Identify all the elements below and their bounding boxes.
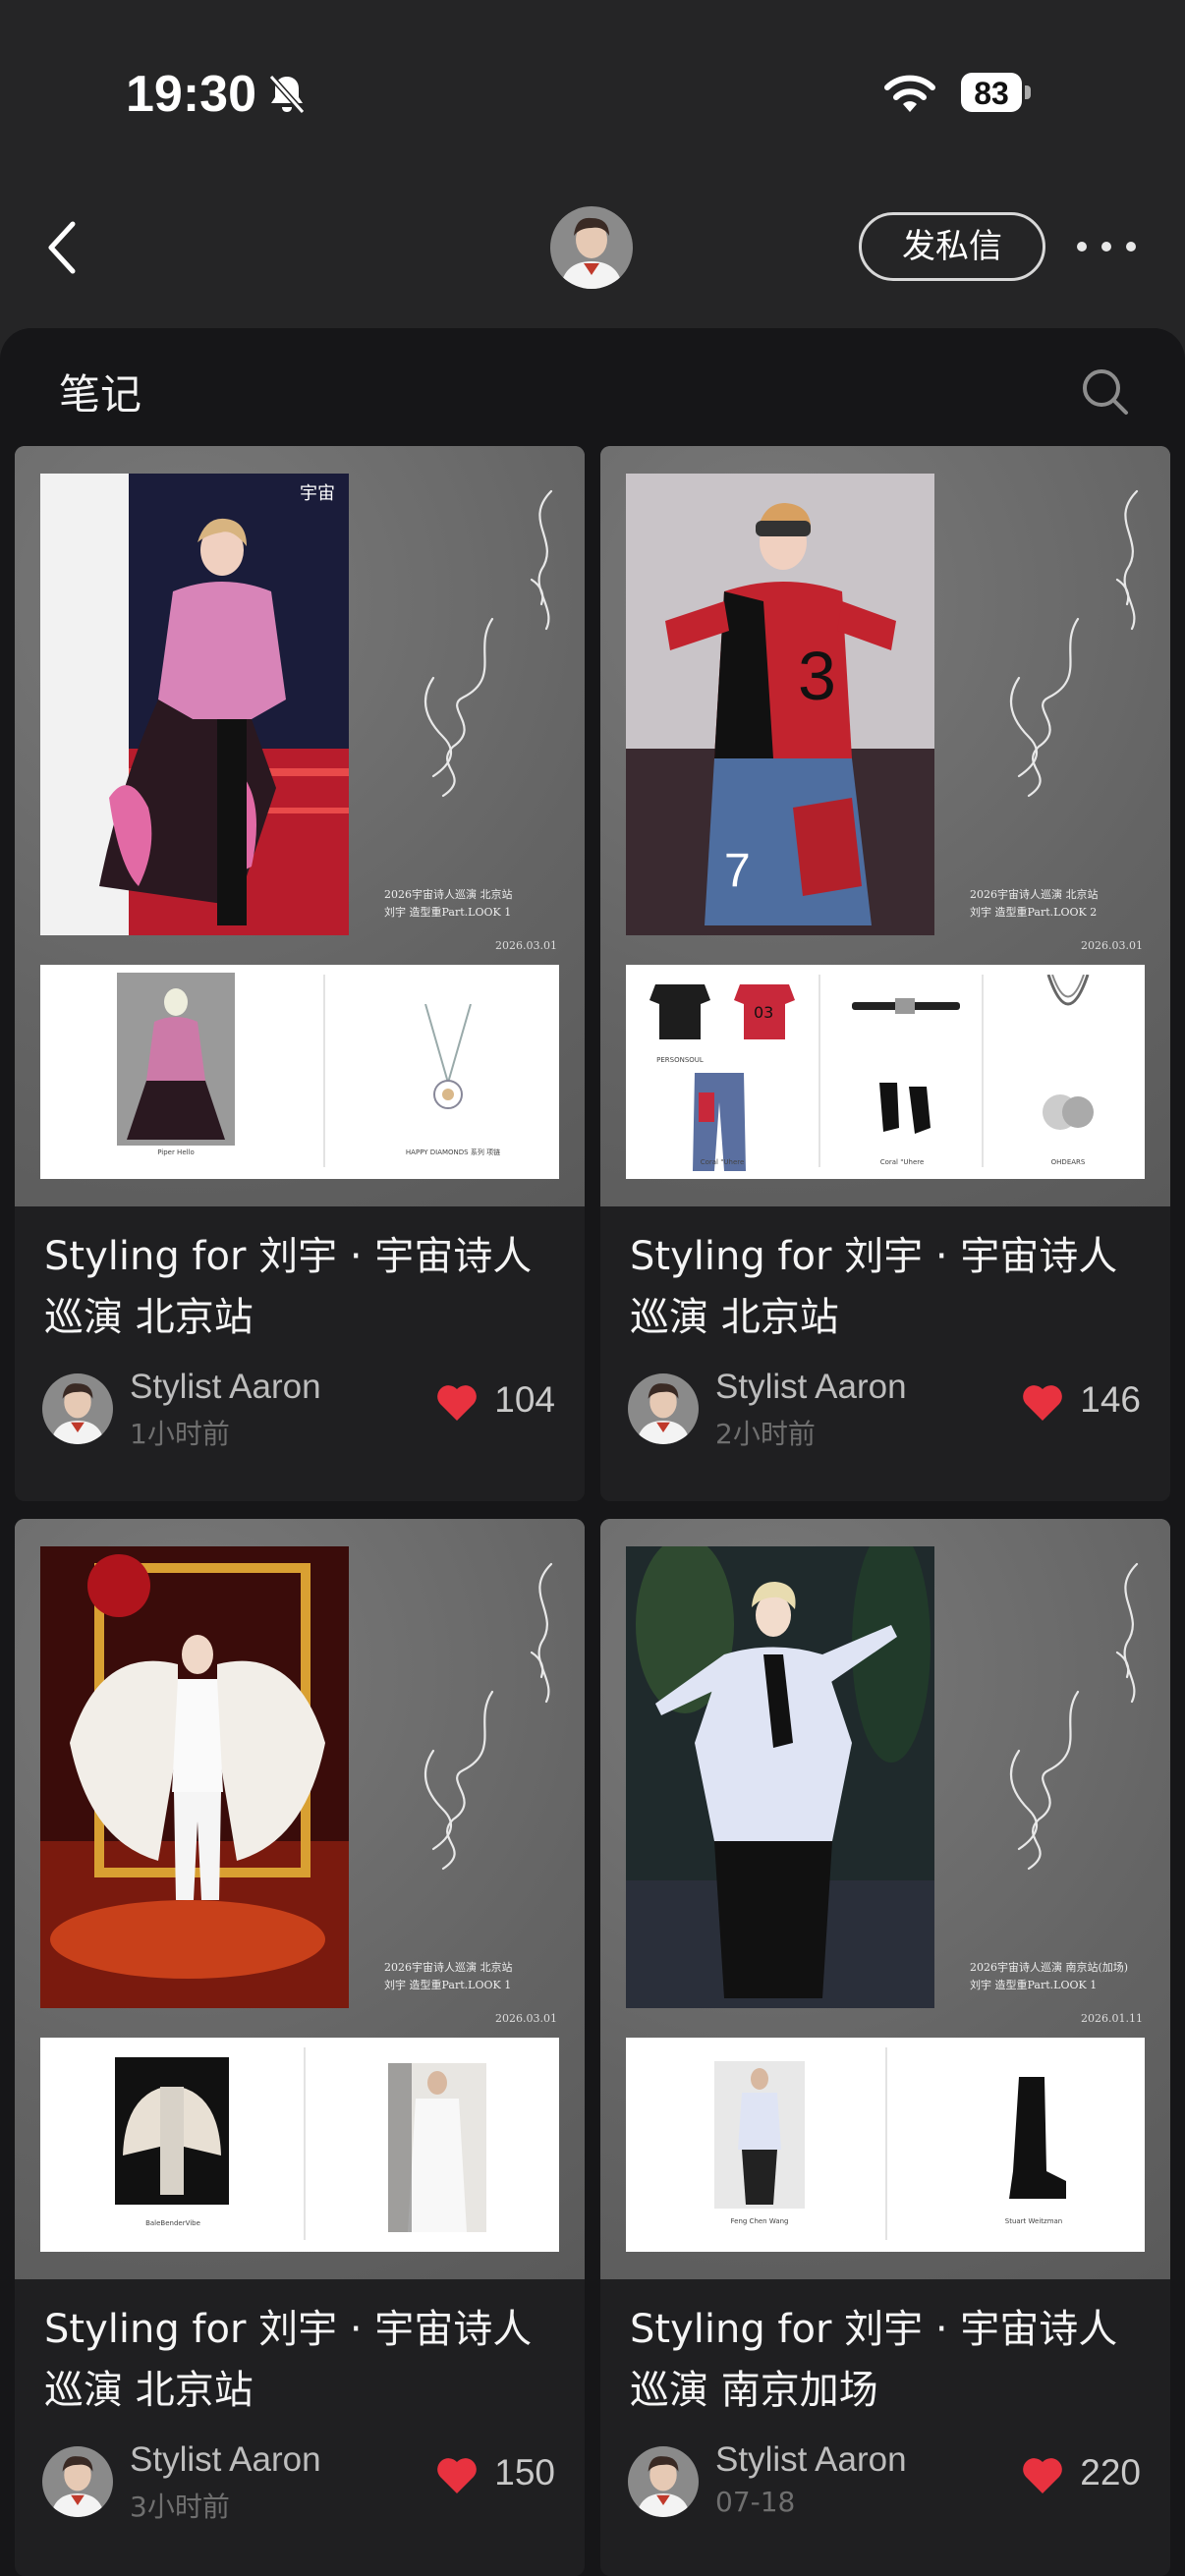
- notes-panel: 笔记 宇宙 2026宇宙诗人巡演 北京站 刘宇 造型重Part.LOOK 1 2…: [0, 328, 1185, 2576]
- cover-date: 2026.03.01: [495, 939, 557, 952]
- svg-text:7: 7: [724, 845, 751, 897]
- cover-caption: 2026宇宙诗人巡演 南京站(加场) 刘宇 造型重Part.LOOK 1: [970, 1961, 1129, 1991]
- cover-items-panel: Feng Chen Wang Stuart Weitzman: [626, 2038, 1145, 2252]
- item-label: Stuart Weitzman: [1004, 2217, 1063, 2225]
- cover-date: 2026.03.01: [495, 2012, 557, 2025]
- like-count: 150: [494, 2452, 555, 2492]
- author-avatar[interactable]: [628, 1373, 699, 1444]
- cover-date: 2026.03.01: [1081, 939, 1143, 952]
- svg-text:宇宙: 宇宙: [300, 483, 335, 504]
- more-options-icon[interactable]: [1077, 228, 1136, 267]
- styling-for-liu-yu-script: [1009, 489, 1139, 798]
- post-time: 1小时前: [130, 1418, 230, 1450]
- cover-caption: 2026宇宙诗人巡演 北京站 刘宇 造型重Part.LOOK 1: [384, 1961, 513, 1991]
- profile-avatar[interactable]: [550, 206, 633, 289]
- item-label: HAPPY DIAMONDS 系列 项链: [405, 1148, 501, 1156]
- like-counter[interactable]: 150: [427, 2452, 555, 2501]
- note-title: Styling for 刘宇 · 宇宙诗人巡演 南京加场: [630, 2307, 1118, 2413]
- item-label: Coral "Uhere: [700, 1158, 745, 1166]
- note-card[interactable]: 2026宇宙诗人巡演 北京站 刘宇 造型重Part.LOOK 1 2026.03.…: [15, 1519, 585, 2576]
- author-avatar[interactable]: [42, 1373, 113, 1444]
- styling-for-liu-yu-script: [423, 489, 553, 798]
- heart-icon: [437, 1385, 477, 1421]
- heart-icon: [437, 2458, 477, 2493]
- item-label: Piper Hello: [157, 1148, 195, 1156]
- bell-muted-icon: [268, 75, 306, 114]
- author-name[interactable]: Stylist Aaron: [130, 2440, 321, 2480]
- note-cover-image: 2026宇宙诗人巡演 北京站 刘宇 造型重Part.LOOK 1 2026.03.…: [15, 1519, 585, 2279]
- heart-icon: [1023, 1385, 1062, 1421]
- item-label: BaleBenderVibe: [145, 2219, 200, 2227]
- note-cover-image: 宇宙 2026宇宙诗人巡演 北京站 刘宇 造型重Part.LOOK 1 2026.…: [15, 446, 585, 1206]
- post-time: 2小时前: [715, 1418, 816, 1450]
- note-card[interactable]: 3 7 2026宇宙诗人巡演 北京站 刘宇 造型重Part.LOOK 2 2026…: [600, 446, 1170, 1501]
- styling-for-liu-yu-script: [423, 1562, 553, 1871]
- author-name[interactable]: Stylist Aaron: [715, 1368, 907, 1407]
- cover-photo: [626, 1546, 934, 2008]
- wifi-icon: [884, 75, 935, 112]
- battery-level: 83: [974, 76, 1009, 111]
- svg-text:03: 03: [754, 1003, 773, 1022]
- item-label: Coral "Uhere: [879, 1158, 925, 1166]
- like-counter[interactable]: 220: [1013, 2452, 1141, 2501]
- note-cover-image: 3 7 2026宇宙诗人巡演 北京站 刘宇 造型重Part.LOOK 2 2026…: [600, 446, 1170, 1206]
- post-time: 07-18: [715, 2486, 796, 2518]
- cover-photo: [40, 1546, 349, 2008]
- cover-photo: 宇宙: [40, 474, 349, 935]
- author-avatar[interactable]: [42, 2446, 113, 2517]
- cover-items-panel: BaleBenderVibe: [40, 2038, 559, 2252]
- heart-icon: [1023, 2458, 1062, 2493]
- like-count: 220: [1080, 2452, 1141, 2492]
- back-chevron-icon[interactable]: [43, 218, 83, 277]
- status-time: 19:30: [126, 66, 256, 123]
- note-title: Styling for 刘宇 · 宇宙诗人巡演 北京站: [44, 1234, 533, 1340]
- item-label: Feng Chen Wang: [730, 2217, 789, 2225]
- send-message-button[interactable]: 发私信: [859, 212, 1045, 281]
- cover-date: 2026.01.11: [1081, 2012, 1143, 2025]
- like-count: 104: [494, 1379, 555, 1420]
- cover-items-panel: 03 PERSONSOUL Coral "Uhere Coral "Uhere …: [626, 965, 1145, 1179]
- note-title: Styling for 刘宇 · 宇宙诗人巡演 北京站: [630, 1234, 1118, 1340]
- author-name[interactable]: Stylist Aaron: [715, 2440, 907, 2480]
- author-name[interactable]: Stylist Aaron: [130, 1368, 321, 1407]
- search-icon[interactable]: [1081, 367, 1130, 417]
- post-time: 3小时前: [130, 2491, 230, 2523]
- item-label: PERSONSOUL: [656, 1056, 704, 1064]
- author-avatar[interactable]: [628, 2446, 699, 2517]
- like-count: 146: [1080, 1379, 1141, 1420]
- styling-for-liu-yu-script: [1009, 1562, 1139, 1871]
- note-card[interactable]: 宇宙 2026宇宙诗人巡演 北京站 刘宇 造型重Part.LOOK 1 2026.…: [15, 446, 585, 1501]
- item-label: OHDEARS: [1050, 1158, 1086, 1166]
- cover-caption: 2026宇宙诗人巡演 北京站 刘宇 造型重Part.LOOK 2: [970, 888, 1099, 919]
- svg-text:3: 3: [798, 638, 836, 714]
- cover-caption: 2026宇宙诗人巡演 北京站 刘宇 造型重Part.LOOK 1: [384, 888, 513, 919]
- like-counter[interactable]: 104: [427, 1379, 555, 1428]
- like-counter[interactable]: 146: [1013, 1379, 1141, 1428]
- battery-indicator: 83: [961, 73, 1034, 114]
- cover-items-panel: Piper Hello HAPPY DIAMONDS 系列 项链: [40, 965, 559, 1179]
- note-title: Styling for 刘宇 · 宇宙诗人巡演 北京站: [44, 2307, 533, 2413]
- status-bar: 19:30 83: [0, 0, 1185, 187]
- cover-photo: 3 7: [626, 474, 934, 935]
- section-title: 笔记: [59, 370, 142, 419]
- note-cover-image: 2026宇宙诗人巡演 南京站(加场) 刘宇 造型重Part.LOOK 1 2026…: [600, 1519, 1170, 2279]
- note-card[interactable]: 2026宇宙诗人巡演 南京站(加场) 刘宇 造型重Part.LOOK 1 2026…: [600, 1519, 1170, 2576]
